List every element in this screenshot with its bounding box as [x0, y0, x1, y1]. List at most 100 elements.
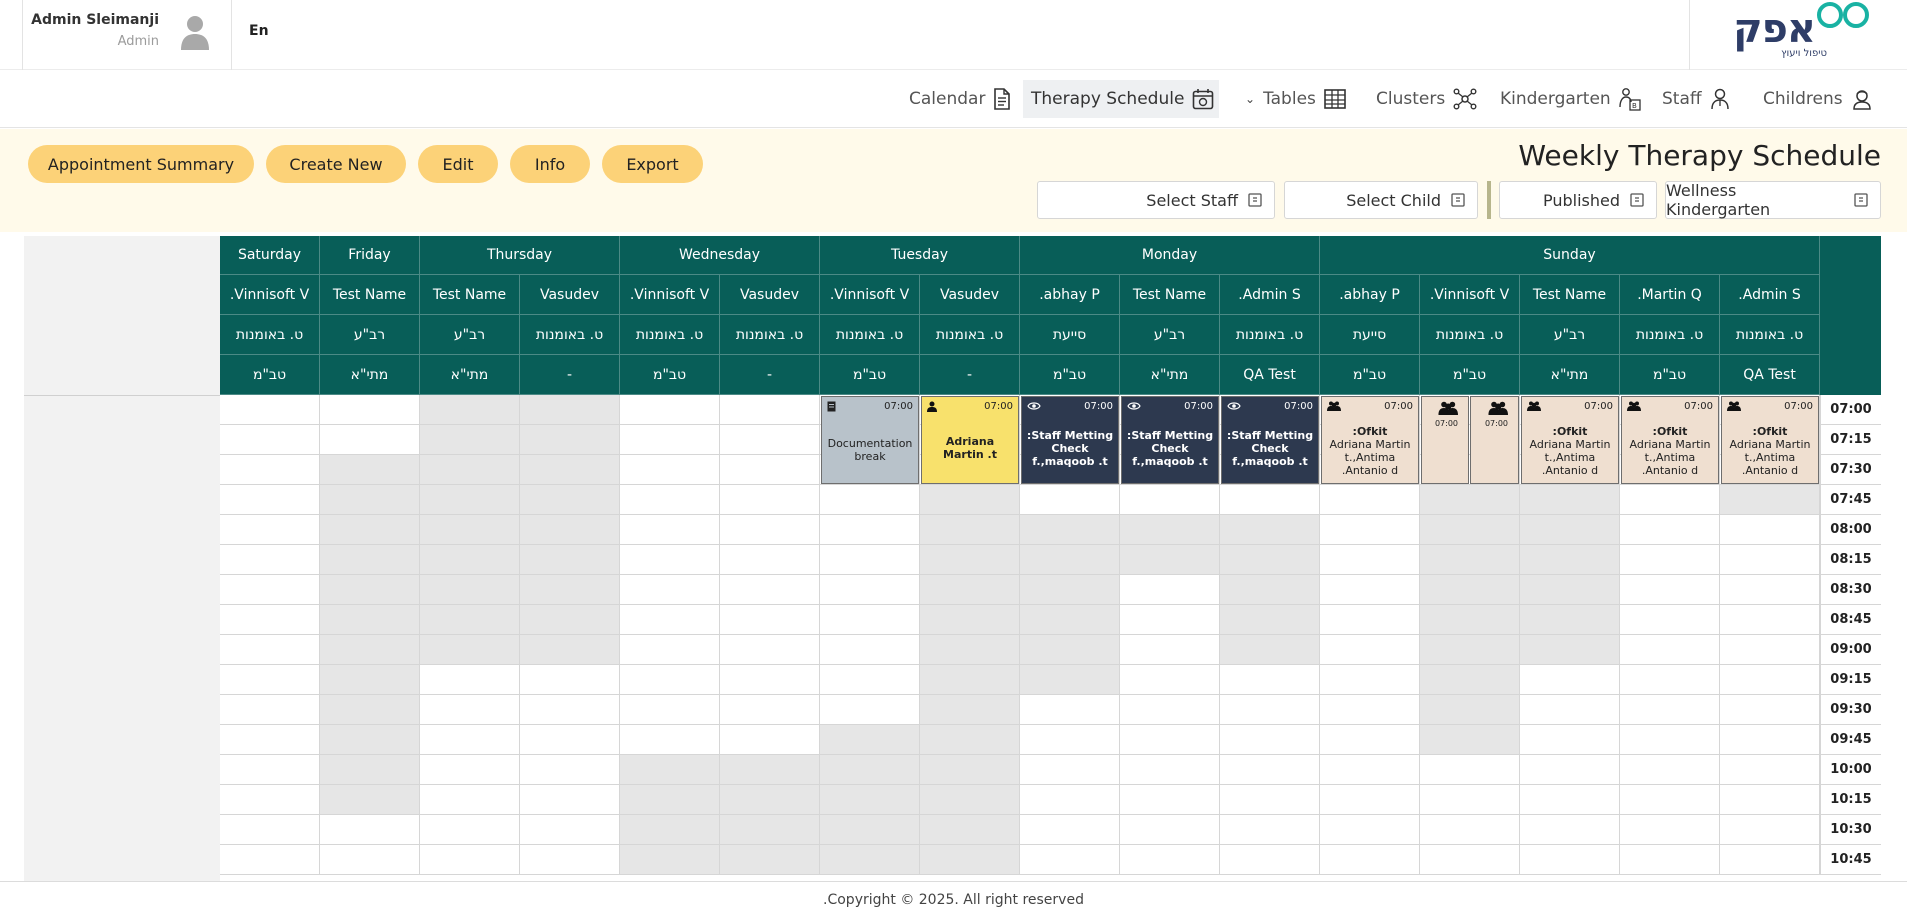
- schedule-cell[interactable]: [1320, 815, 1420, 845]
- schedule-cell[interactable]: [1420, 815, 1520, 845]
- schedule-cell[interactable]: [320, 515, 420, 545]
- appointment-card[interactable]: 07:00:Ofkit Adriana Martin t.,Antima .Ant…: [1621, 396, 1719, 484]
- schedule-cell[interactable]: [820, 785, 920, 815]
- schedule-cell[interactable]: [1220, 815, 1320, 845]
- schedule-cell[interactable]: [920, 755, 1020, 785]
- schedule-cell[interactable]: [620, 455, 720, 485]
- schedule-cell[interactable]: [620, 605, 720, 635]
- schedule-cell[interactable]: [520, 635, 620, 665]
- export-button[interactable]: Export: [602, 145, 703, 183]
- schedule-cell[interactable]: [520, 485, 620, 515]
- language-toggle[interactable]: En: [249, 23, 269, 39]
- schedule-cell[interactable]: [320, 725, 420, 755]
- schedule-cell[interactable]: [1120, 755, 1220, 785]
- schedule-cell[interactable]: [1320, 485, 1420, 515]
- appointment-card[interactable]: 07:00 Adriana Martin .t: [921, 396, 1019, 484]
- schedule-cell[interactable]: [220, 665, 320, 695]
- schedule-cell[interactable]: [920, 815, 1020, 845]
- schedule-cell[interactable]: [320, 845, 420, 875]
- schedule-cell[interactable]: [320, 635, 420, 665]
- schedule-cell[interactable]: [420, 845, 520, 875]
- schedule-cell[interactable]: [220, 755, 320, 785]
- schedule-cell[interactable]: [1720, 575, 1820, 605]
- select-child-dropdown[interactable]: Select Child: [1284, 181, 1478, 219]
- schedule-cell[interactable]: [620, 515, 720, 545]
- schedule-cell[interactable]: [1520, 605, 1620, 635]
- schedule-cell[interactable]: [920, 725, 1020, 755]
- schedule-cell[interactable]: [420, 425, 520, 455]
- schedule-cell[interactable]: [1420, 605, 1520, 635]
- schedule-cell[interactable]: [820, 575, 920, 605]
- nav-calendar[interactable]: Calendar: [901, 80, 1019, 118]
- schedule-cell[interactable]: [420, 815, 520, 845]
- schedule-cell[interactable]: [1120, 515, 1220, 545]
- schedule-cell[interactable]: [620, 635, 720, 665]
- schedule-cell[interactable]: [520, 575, 620, 605]
- appointment-card[interactable]: 07:00: [1421, 396, 1469, 484]
- schedule-cell[interactable]: [620, 485, 720, 515]
- schedule-cell[interactable]: [1020, 725, 1120, 755]
- schedule-cell[interactable]: [1020, 695, 1120, 725]
- info-button[interactable]: Info: [510, 145, 590, 183]
- schedule-cell[interactable]: [1420, 635, 1520, 665]
- status-dropdown[interactable]: Published: [1499, 181, 1657, 219]
- schedule-cell[interactable]: [1420, 755, 1520, 785]
- schedule-cell[interactable]: [420, 635, 520, 665]
- schedule-cell[interactable]: [1620, 725, 1720, 755]
- schedule-cell[interactable]: [720, 515, 820, 545]
- appointment-card[interactable]: 07:00:Ofkit Adriana Martin t.,Antima .Ant…: [1321, 396, 1419, 484]
- schedule-cell[interactable]: [520, 665, 620, 695]
- schedule-cell[interactable]: [520, 785, 620, 815]
- schedule-cell[interactable]: [920, 785, 1020, 815]
- schedule-cell[interactable]: [1220, 575, 1320, 605]
- schedule-cell[interactable]: [520, 755, 620, 785]
- select-staff-dropdown[interactable]: Select Staff: [1037, 181, 1275, 219]
- schedule-cell[interactable]: [1120, 575, 1220, 605]
- schedule-cell[interactable]: [1220, 755, 1320, 785]
- schedule-cell[interactable]: [1220, 485, 1320, 515]
- schedule-cell[interactable]: [220, 845, 320, 875]
- appointment-card[interactable]: 07:00 Documentation break: [821, 396, 919, 484]
- schedule-cell[interactable]: [1020, 845, 1120, 875]
- schedule-cell[interactable]: [1120, 815, 1220, 845]
- schedule-cell[interactable]: [820, 725, 920, 755]
- schedule-cell[interactable]: [920, 515, 1020, 545]
- schedule-cell[interactable]: [1720, 665, 1820, 695]
- schedule-cell[interactable]: [1720, 785, 1820, 815]
- schedule-cell[interactable]: [320, 395, 420, 425]
- schedule-cell[interactable]: [1120, 695, 1220, 725]
- schedule-cell[interactable]: [1520, 575, 1620, 605]
- schedule-cell[interactable]: [1220, 635, 1320, 665]
- schedule-cell[interactable]: [620, 785, 720, 815]
- schedule-cell[interactable]: [420, 755, 520, 785]
- schedule-cell[interactable]: [1720, 545, 1820, 575]
- schedule-cell[interactable]: [1320, 575, 1420, 605]
- schedule-cell[interactable]: [720, 455, 820, 485]
- schedule-cell[interactable]: [420, 665, 520, 695]
- schedule-cell[interactable]: [1020, 815, 1120, 845]
- schedule-cell[interactable]: [1520, 725, 1620, 755]
- schedule-cell[interactable]: [320, 605, 420, 635]
- schedule-cell[interactable]: [1620, 695, 1720, 725]
- schedule-cell[interactable]: [520, 845, 620, 875]
- schedule-cell[interactable]: [920, 845, 1020, 875]
- schedule-cell[interactable]: [1420, 845, 1520, 875]
- schedule-cell[interactable]: [320, 695, 420, 725]
- schedule-cell[interactable]: [820, 755, 920, 785]
- schedule-cell[interactable]: [220, 485, 320, 515]
- schedule-cell[interactable]: [1520, 755, 1620, 785]
- schedule-cell[interactable]: [420, 695, 520, 725]
- schedule-cell[interactable]: [1620, 785, 1720, 815]
- schedule-cell[interactable]: [1220, 725, 1320, 755]
- schedule-cell[interactable]: [1020, 605, 1120, 635]
- schedule-cell[interactable]: [920, 545, 1020, 575]
- schedule-cell[interactable]: [1120, 545, 1220, 575]
- schedule-cell[interactable]: [1620, 755, 1720, 785]
- schedule-cell[interactable]: [1020, 485, 1120, 515]
- schedule-cell[interactable]: [320, 425, 420, 455]
- schedule-cell[interactable]: [1520, 515, 1620, 545]
- schedule-cell[interactable]: [820, 635, 920, 665]
- schedule-cell[interactable]: [420, 515, 520, 545]
- schedule-cell[interactable]: [1220, 665, 1320, 695]
- nav-staff[interactable]: Staff: [1654, 80, 1738, 118]
